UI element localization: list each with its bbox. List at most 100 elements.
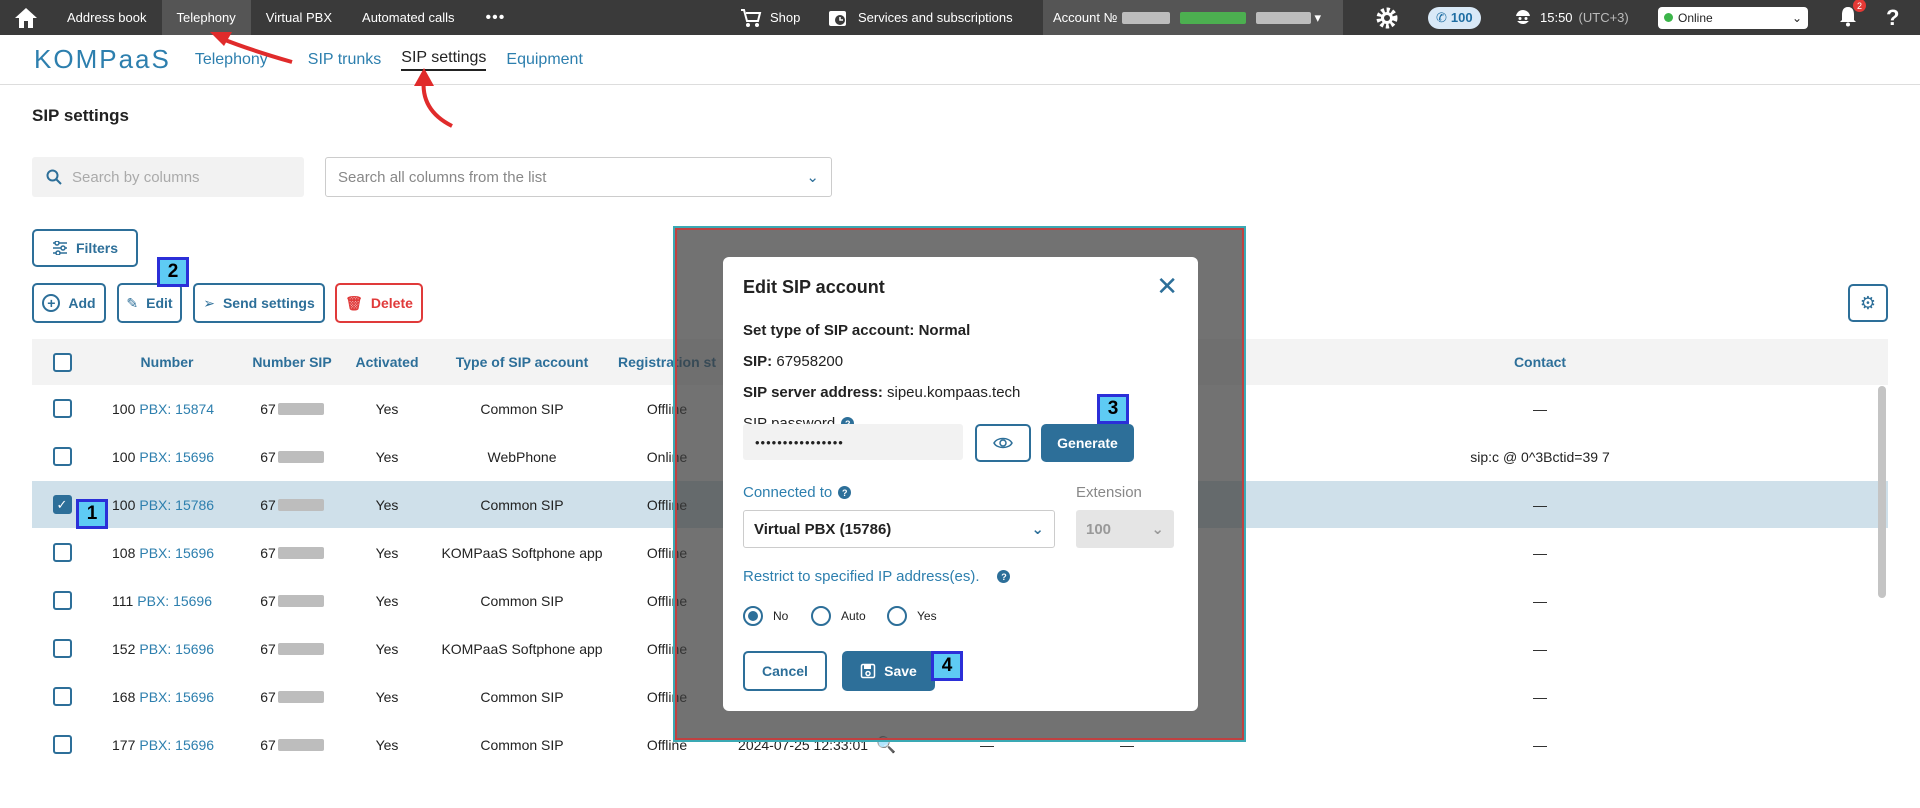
calls-count: 100 — [1450, 10, 1473, 25]
radio-yes[interactable]: Yes — [887, 606, 937, 626]
balance-redacted — [1179, 11, 1246, 24]
radio-auto[interactable]: Auto — [811, 606, 866, 626]
timezone-value: (UTC+3) — [1578, 10, 1629, 25]
cart-icon — [741, 8, 762, 27]
add-label: Add — [68, 295, 96, 311]
columns-placeholder: Search all columns from the list — [338, 168, 547, 186]
shop-link[interactable]: Shop — [740, 0, 800, 35]
delete-button[interactable]: 🗑 Delete — [335, 283, 423, 323]
edit-button[interactable]: ✎ Edit — [117, 283, 182, 323]
nav-address-book[interactable]: Address book — [52, 0, 162, 35]
phone-icon: ✆ — [1436, 9, 1447, 25]
home-button[interactable] — [0, 0, 52, 35]
server-value: sipeu.kompaas.tech — [886, 384, 1021, 401]
password-input[interactable]: •••••••••••••••• — [743, 424, 963, 460]
header-activated[interactable]: Activated — [342, 339, 432, 385]
row-sip: 67 — [260, 640, 276, 657]
nav-telephony[interactable]: Telephony — [161, 0, 251, 35]
row-number: 100 — [112, 496, 136, 513]
step-marker-2: 2 — [157, 257, 189, 287]
nav-virtual-pbx[interactable]: Virtual PBX — [251, 0, 347, 35]
row-checkbox[interactable] — [32, 577, 92, 624]
close-icon[interactable]: ✕ — [1156, 271, 1178, 302]
row-number: 168 — [112, 688, 136, 705]
services-label: Services and subscriptions — [858, 10, 1013, 25]
header-contact[interactable]: Contact — [1192, 339, 1888, 385]
row-checkbox[interactable] — [32, 625, 92, 672]
sip-redacted — [277, 498, 324, 511]
help-button[interactable]: ? — [1886, 0, 1899, 35]
tab-sip-settings[interactable]: SIP settings — [401, 49, 487, 71]
row-sip: 67 — [260, 544, 276, 561]
section-nav: KOMPaaS Telephony SIP trunks SIP setting… — [0, 35, 1920, 85]
floppy-icon — [860, 663, 876, 679]
row-checkbox[interactable] — [32, 433, 92, 480]
row-pbx-link[interactable]: PBX: 15696 — [139, 545, 214, 561]
row-pbx-link[interactable]: PBX: 15786 — [139, 497, 214, 513]
row-pbx-link[interactable]: PBX: 15696 — [137, 593, 212, 609]
row-pbx-link[interactable]: PBX: 15874 — [139, 401, 214, 417]
page-title: SIP settings — [32, 106, 129, 125]
table-settings-button[interactable]: ⚙ — [1848, 284, 1888, 322]
tab-equipment[interactable]: Equipment — [506, 51, 583, 69]
filters-button[interactable]: Filters — [32, 229, 138, 267]
row-pbx-link[interactable]: PBX: 15696 — [139, 449, 214, 465]
account-selector[interactable]: Account № ▾ — [1043, 0, 1343, 35]
help-icon[interactable]: ? — [997, 570, 1011, 583]
tab-sip-trunks[interactable]: SIP trunks — [308, 51, 382, 69]
logo: KOMPaaS — [34, 44, 171, 74]
row-checkbox[interactable] — [32, 721, 92, 768]
account-extra-redacted — [1255, 11, 1311, 24]
table-scrollbar[interactable] — [1878, 386, 1886, 598]
step-marker-3: 3 — [1097, 394, 1129, 424]
add-button[interactable]: + Add — [32, 283, 106, 323]
select-all-checkbox[interactable] — [32, 339, 92, 385]
restrict-label: Restrict to specified IP address(es). — [743, 568, 980, 585]
help-icon[interactable]: ? — [838, 486, 852, 499]
services-icon — [829, 10, 846, 26]
row-pbx-link[interactable]: PBX: 15696 — [139, 689, 214, 705]
connected-select[interactable]: Virtual PBX (15786) ⌄ — [743, 510, 1055, 548]
radio-no[interactable]: No — [743, 606, 788, 626]
search-placeholder: Search by columns — [72, 168, 200, 186]
row-checkbox[interactable] — [32, 673, 92, 720]
save-button[interactable]: Save — [842, 651, 935, 691]
columns-select[interactable]: Search all columns from the list ⌄ — [325, 157, 832, 197]
radio-yes-label: Yes — [917, 609, 937, 623]
operator-icon — [1516, 9, 1530, 24]
row-pbx-link[interactable]: PBX: 15696 — [139, 737, 214, 753]
services-link[interactable]: Services and subscriptions — [828, 0, 1013, 35]
trash-icon: 🗑 — [345, 294, 363, 311]
settings-button[interactable] — [1375, 0, 1399, 35]
header-number[interactable]: Number — [92, 339, 242, 385]
row-contact: — — [1533, 400, 1547, 417]
row-contact: — — [1533, 544, 1547, 561]
sip-redacted — [277, 642, 324, 655]
active-calls-button[interactable]: ✆ 100 — [1428, 0, 1481, 35]
extension-label: Extension — [1076, 484, 1142, 501]
row-contact: — — [1533, 496, 1547, 513]
row-checkbox[interactable] — [32, 529, 92, 576]
filters-label: Filters — [75, 240, 118, 256]
tab-telephony[interactable]: Telephony — [195, 51, 268, 69]
extension-select[interactable]: 100 ⌄ — [1076, 510, 1174, 548]
row-activated: Yes — [375, 640, 399, 657]
show-password-button[interactable] — [975, 424, 1031, 462]
row-activated: Yes — [375, 496, 399, 513]
header-number-sip[interactable]: Number SIP — [242, 339, 342, 385]
radio-auto-label: Auto — [841, 609, 866, 623]
row-checkbox[interactable] — [32, 385, 92, 432]
row-contact: — — [1533, 688, 1547, 705]
send-settings-button[interactable]: ➢ Send settings — [193, 283, 325, 323]
generate-button[interactable]: Generate — [1041, 424, 1134, 462]
status-select[interactable]: Online ⌄ — [1658, 0, 1808, 35]
cancel-button[interactable]: Cancel — [743, 651, 827, 691]
row-pbx-link[interactable]: PBX: 15696 — [139, 641, 214, 657]
row-type: KOMPaaS Softphone app — [441, 544, 603, 561]
row-type: Common SIP — [480, 736, 564, 753]
search-input[interactable]: Search by columns — [32, 157, 304, 197]
nav-automated-calls[interactable]: Automated calls — [347, 0, 470, 35]
more-menu-button[interactable]: ••• — [470, 9, 522, 27]
header-type[interactable]: Type of SIP account — [432, 339, 612, 385]
notifications-button[interactable]: 2 — [1838, 0, 1866, 35]
